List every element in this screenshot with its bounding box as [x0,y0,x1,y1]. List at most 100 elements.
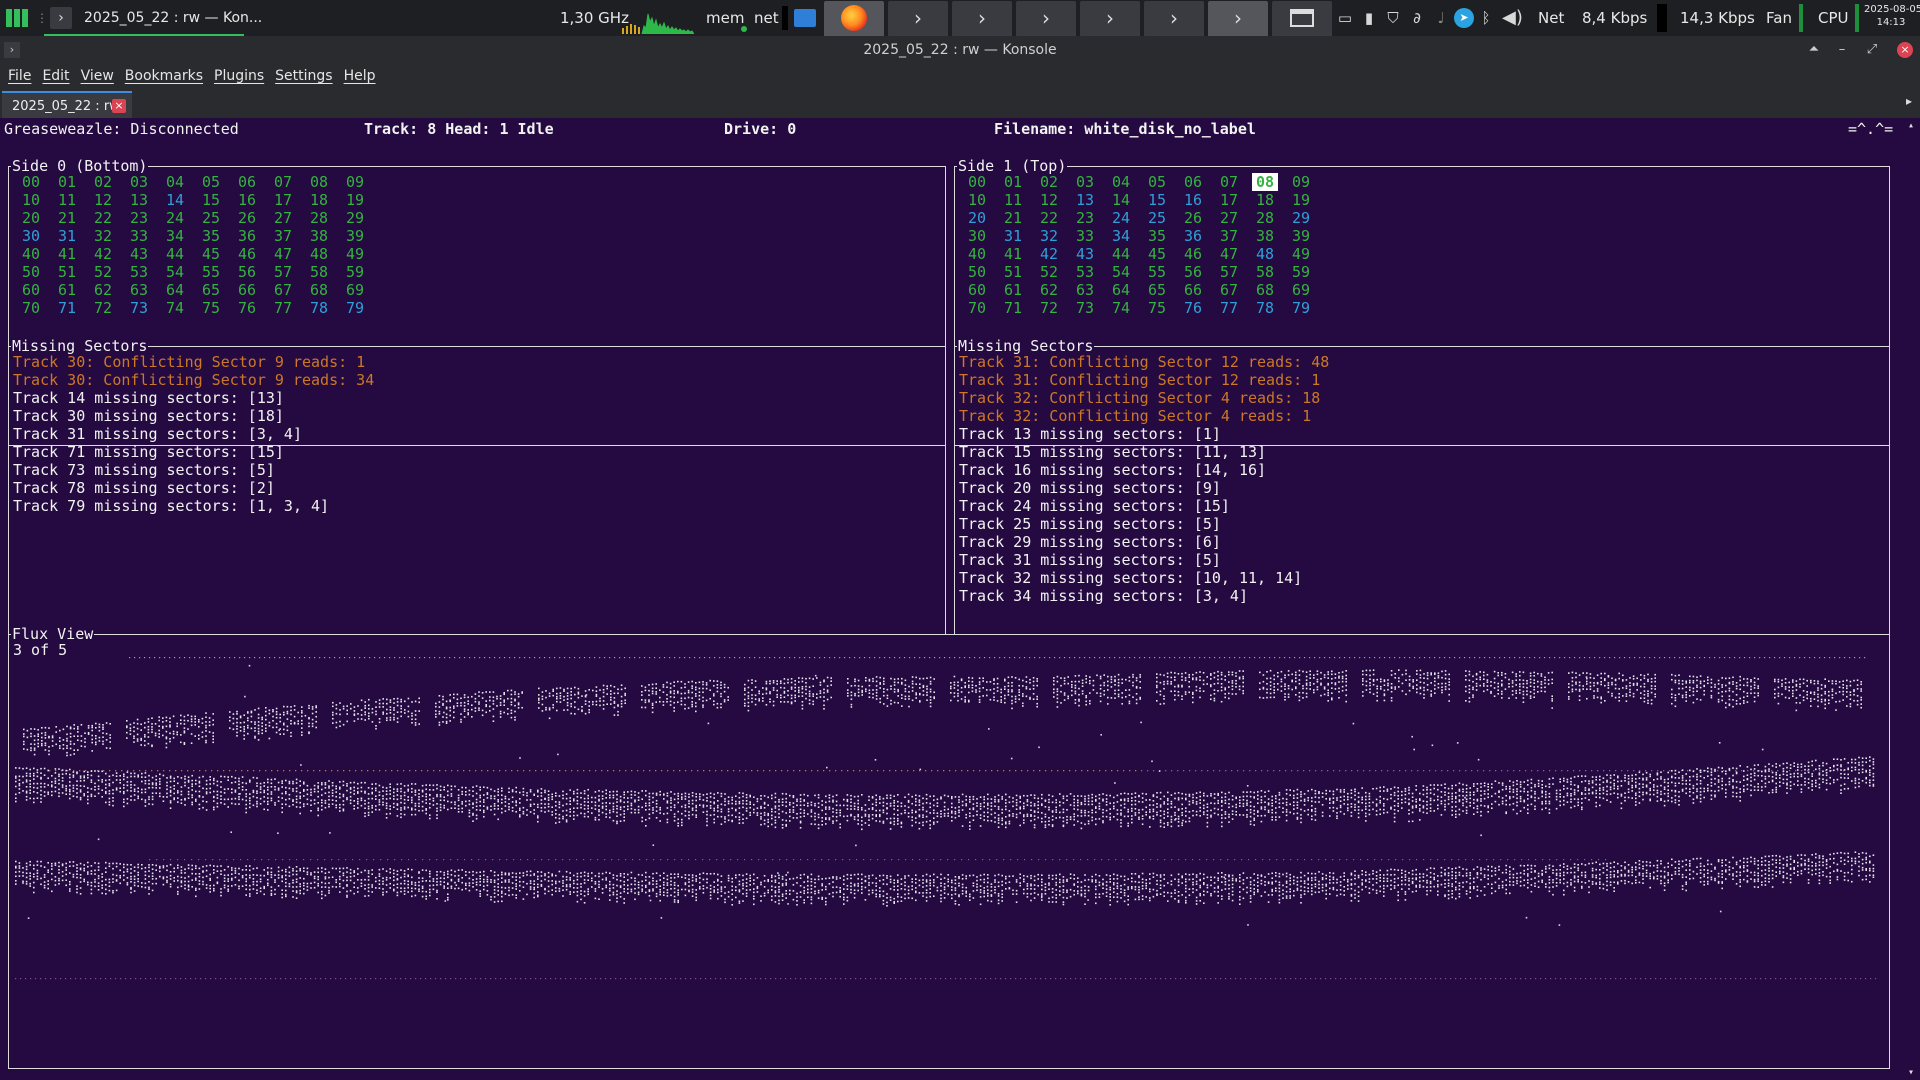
track-cell-29[interactable]: 29 [342,209,368,227]
terminal-launcher-2[interactable]: › [952,1,1012,37]
track-cell-44[interactable]: 44 [162,245,188,263]
track-cell-04[interactable]: 04 [1108,173,1134,191]
display-icon[interactable]: ▭ [1336,0,1354,36]
window-launcher[interactable] [1272,1,1332,37]
track-cell-26[interactable]: 26 [234,209,260,227]
track-cell-05[interactable]: 05 [1144,173,1170,191]
track-cell-19[interactable]: 19 [1288,191,1314,209]
track-cell-78[interactable]: 78 [306,299,332,317]
track-cell-48[interactable]: 48 [1252,245,1278,263]
track-cell-10[interactable]: 10 [964,191,990,209]
track-cell-77[interactable]: 77 [1216,299,1242,317]
track-cell-36[interactable]: 36 [234,227,260,245]
track-cell-35[interactable]: 35 [198,227,224,245]
track-cell-42[interactable]: 42 [90,245,116,263]
track-cell-38[interactable]: 38 [306,227,332,245]
track-cell-32[interactable]: 32 [1036,227,1062,245]
track-cell-23[interactable]: 23 [126,209,152,227]
track-cell-38[interactable]: 38 [1252,227,1278,245]
track-cell-68[interactable]: 68 [306,281,332,299]
track-cell-12[interactable]: 12 [1036,191,1062,209]
keep-above-icon[interactable]: ⏶ [1804,40,1824,60]
bluetooth-icon[interactable]: ᛒ [1477,0,1495,36]
clock[interactable]: 2025-08-05 14:13 [1864,3,1920,39]
track-cell-07[interactable]: 07 [270,173,296,191]
track-cell-67[interactable]: 67 [270,281,296,299]
track-cell-11[interactable]: 11 [1000,191,1026,209]
track-cell-09[interactable]: 09 [342,173,368,191]
track-cell-50[interactable]: 50 [18,263,44,281]
track-cell-20[interactable]: 20 [18,209,44,227]
track-cell-62[interactable]: 62 [1036,281,1062,299]
track-cell-39[interactable]: 39 [1288,227,1314,245]
track-cell-15[interactable]: 15 [1144,191,1170,209]
track-cell-63[interactable]: 63 [126,281,152,299]
close-window-icon[interactable]: × [1897,42,1913,58]
track-cell-25[interactable]: 25 [198,209,224,227]
track-cell-49[interactable]: 49 [1288,245,1314,263]
track-cell-26[interactable]: 26 [1180,209,1206,227]
track-cell-31[interactable]: 31 [54,227,80,245]
track-cell-30[interactable]: 30 [18,227,44,245]
track-cell-25[interactable]: 25 [1144,209,1170,227]
track-cell-68[interactable]: 68 [1252,281,1278,299]
track-cell-71[interactable]: 71 [1000,299,1026,317]
track-cell-29[interactable]: 29 [1288,209,1314,227]
track-cell-63[interactable]: 63 [1072,281,1098,299]
terminal-launcher-6[interactable]: › [1208,1,1268,37]
track-cell-11[interactable]: 11 [54,191,80,209]
track-cell-57[interactable]: 57 [1216,263,1242,281]
track-cell-15[interactable]: 15 [198,191,224,209]
track-cell-75[interactable]: 75 [1144,299,1170,317]
track-cell-78[interactable]: 78 [1252,299,1278,317]
track-cell-22[interactable]: 22 [1036,209,1062,227]
track-cell-43[interactable]: 43 [1072,245,1098,263]
track-cell-75[interactable]: 75 [198,299,224,317]
track-cell-66[interactable]: 66 [1180,281,1206,299]
track-cell-64[interactable]: 64 [162,281,188,299]
volume-icon[interactable]: ◀) [1502,0,1523,36]
track-cell-21[interactable]: 21 [1000,209,1026,227]
track-cell-61[interactable]: 61 [1000,281,1026,299]
track-cell-73[interactable]: 73 [126,299,152,317]
menu-plugins[interactable]: Plugins [208,64,269,88]
track-cell-42[interactable]: 42 [1036,245,1062,263]
track-cell-31[interactable]: 31 [1000,227,1026,245]
maximize-icon[interactable]: ⤢ [1862,40,1882,60]
track-cell-03[interactable]: 03 [126,173,152,191]
track-cell-19[interactable]: 19 [342,191,368,209]
track-cell-08[interactable]: 08 [306,173,332,191]
track-cell-33[interactable]: 33 [1072,227,1098,245]
track-cell-48[interactable]: 48 [306,245,332,263]
menu-file[interactable]: File [2,64,36,88]
track-cell-69[interactable]: 69 [342,281,368,299]
track-cell-32[interactable]: 32 [90,227,116,245]
folder-icon[interactable] [794,9,816,27]
track-cell-64[interactable]: 64 [1108,281,1134,299]
app-launcher-logo-icon[interactable] [6,0,32,36]
telegram-icon[interactable]: ➤ [1454,8,1474,28]
terminal-scrollbar[interactable]: ▴ ▾ [1904,118,1918,1080]
track-cell-27[interactable]: 27 [270,209,296,227]
track-cell-05[interactable]: 05 [198,173,224,191]
tab-close-icon[interactable]: × [112,99,126,113]
track-cell-13[interactable]: 13 [1072,191,1098,209]
track-cell-12[interactable]: 12 [90,191,116,209]
track-cell-09[interactable]: 09 [1288,173,1314,191]
track-cell-45[interactable]: 45 [1144,245,1170,263]
track-cell-69[interactable]: 69 [1288,281,1314,299]
track-cell-07[interactable]: 07 [1216,173,1242,191]
track-cell-52[interactable]: 52 [90,263,116,281]
track-cell-08[interactable]: 08 [1252,173,1278,191]
track-cell-56[interactable]: 56 [234,263,260,281]
track-cell-47[interactable]: 47 [1216,245,1242,263]
track-cell-72[interactable]: 72 [90,299,116,317]
scroll-up-icon[interactable]: ▴ [1904,120,1918,131]
track-cell-51[interactable]: 51 [54,263,80,281]
track-cell-18[interactable]: 18 [1252,191,1278,209]
track-cell-72[interactable]: 72 [1036,299,1062,317]
track-cell-01[interactable]: 01 [1000,173,1026,191]
track-cell-79[interactable]: 79 [1288,299,1314,317]
track-cell-04[interactable]: 04 [162,173,188,191]
track-cell-58[interactable]: 58 [1252,263,1278,281]
